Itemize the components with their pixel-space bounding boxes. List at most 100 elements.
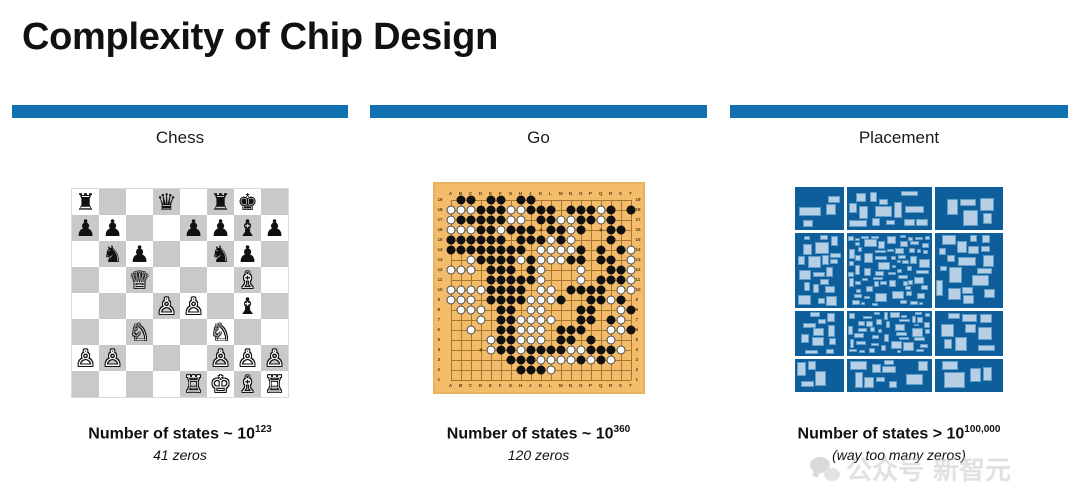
go-stone-black [516, 225, 525, 235]
placement-block [908, 248, 915, 253]
chess-square [99, 293, 126, 319]
chess-piece-wn: ♘ [129, 318, 150, 345]
go-star-point [599, 228, 602, 232]
go-stone-black [476, 235, 485, 245]
placement-block [895, 248, 905, 255]
placement-block [916, 269, 929, 274]
placement-block [911, 316, 916, 323]
go-stone-white [466, 225, 475, 235]
go-stone-black [526, 275, 535, 285]
placement-block [916, 248, 921, 254]
placement-block [897, 268, 902, 273]
chess-square [126, 371, 153, 397]
placement-block [896, 350, 902, 354]
chess-square: ♟ [261, 215, 288, 241]
chess-square [126, 215, 153, 241]
go-stone-black [626, 305, 635, 315]
go-stone-black [566, 205, 575, 215]
go-col-label: B [458, 191, 463, 196]
go-col-label: Q [598, 191, 603, 196]
placement-block [887, 248, 894, 252]
go-stone-white [516, 215, 525, 225]
placement-block [895, 331, 908, 336]
caption-go: Number of states ~ 10360 120 zeros [370, 424, 707, 463]
go-row-label: 4 [437, 346, 441, 352]
placement-block [848, 271, 854, 278]
go-stone-black [586, 305, 595, 315]
go-stone-white [606, 335, 615, 345]
placement-block [875, 206, 893, 217]
chess-square: ♔ [207, 371, 234, 397]
go-stone-black [596, 245, 605, 255]
chess-square [261, 293, 288, 319]
go-stone-black [466, 235, 475, 245]
placement-block [828, 196, 841, 203]
go-stone-white [466, 205, 475, 215]
go-stone-black [456, 195, 465, 205]
placement-block [870, 235, 879, 239]
go-stone-white [576, 345, 585, 355]
placement-block [921, 285, 928, 291]
placement-block [958, 257, 977, 266]
go-row-label: 18 [437, 206, 443, 212]
go-stone-white [596, 215, 605, 225]
go-col-label: J [528, 191, 532, 196]
placement-block [904, 205, 924, 213]
placement-block [888, 279, 897, 288]
placement-block [963, 209, 978, 227]
go-stone-black [616, 295, 625, 305]
placement-block [983, 255, 994, 267]
go-stone-white [546, 365, 555, 375]
placement-block [980, 246, 991, 252]
chess-board: ♜ ♛ ♜ ♚ ♟ ♟ ♟ ♟ ♝ ♟ ♞ ♟ ♞ ♟ ♕ ♗ ♙ ♙ ♝ ♘ ♘ ♙ ♙ ♙ ♙ ♙ ♖ ♔ ♗ ♖ [71, 188, 289, 398]
accent-rule-placement [730, 105, 1068, 118]
go-stone-black [506, 265, 515, 275]
chess-piece-wk: ♔ [210, 370, 231, 397]
go-col-label: R [608, 191, 613, 196]
chess-square: ♟ [72, 215, 99, 241]
go-stone-black [516, 285, 525, 295]
go-row-label: 9 [635, 296, 639, 302]
placement-canvas [792, 184, 1006, 395]
go-col-label: A [448, 383, 453, 388]
go-stone-black [486, 255, 495, 265]
placement-block [803, 322, 817, 328]
go-stone-black [576, 315, 585, 325]
go-row-label: 12 [635, 266, 641, 272]
placement-block [882, 366, 897, 374]
go-stone-white [546, 245, 555, 255]
go-stone-black [506, 315, 515, 325]
go-stone-white [566, 215, 575, 225]
go-stone-black [586, 315, 595, 325]
go-stone-black [576, 325, 585, 335]
chess-piece-bn: ♞ [102, 240, 123, 267]
placement-block [891, 290, 905, 299]
chess-square [180, 189, 207, 215]
go-stone-black [456, 235, 465, 245]
go-stone-white [556, 355, 565, 365]
placement-block [938, 248, 946, 256]
chess-piece-wp: ♙ [183, 292, 204, 319]
placement-block [872, 218, 881, 226]
go-stone-black [486, 235, 495, 245]
column-chess: Chess ♜ ♛ ♜ ♚ ♟ ♟ ♟ ♟ ♝ ♟ ♞ ♟ ♞ ♟ ♕ ♗ ♙ ♙ ♝ ♘ ♘ ♙ ♙ ♙ ♙ ♙ ♖ ♔ ♗ ♖ Num… [12, 0, 348, 502]
go-stone-black [456, 245, 465, 255]
placement-block [864, 296, 871, 300]
go-stone-black [486, 285, 495, 295]
go-stone-black [546, 225, 555, 235]
go-col-label: B [458, 383, 463, 388]
go-stone-black [606, 205, 615, 215]
placement-block [894, 202, 903, 218]
go-row-label: 15 [635, 236, 641, 242]
placement-block [889, 380, 897, 389]
placement-block [804, 349, 818, 354]
go-stone-black [486, 195, 495, 205]
go-stone-white [536, 265, 545, 275]
go-row-label: 7 [437, 316, 441, 322]
chess-square [126, 293, 153, 319]
go-stone-white [516, 325, 525, 335]
go-stone-black [596, 295, 605, 305]
go-stone-white [536, 355, 545, 365]
go-stone-black [546, 215, 555, 225]
go-stone-black [616, 245, 625, 255]
